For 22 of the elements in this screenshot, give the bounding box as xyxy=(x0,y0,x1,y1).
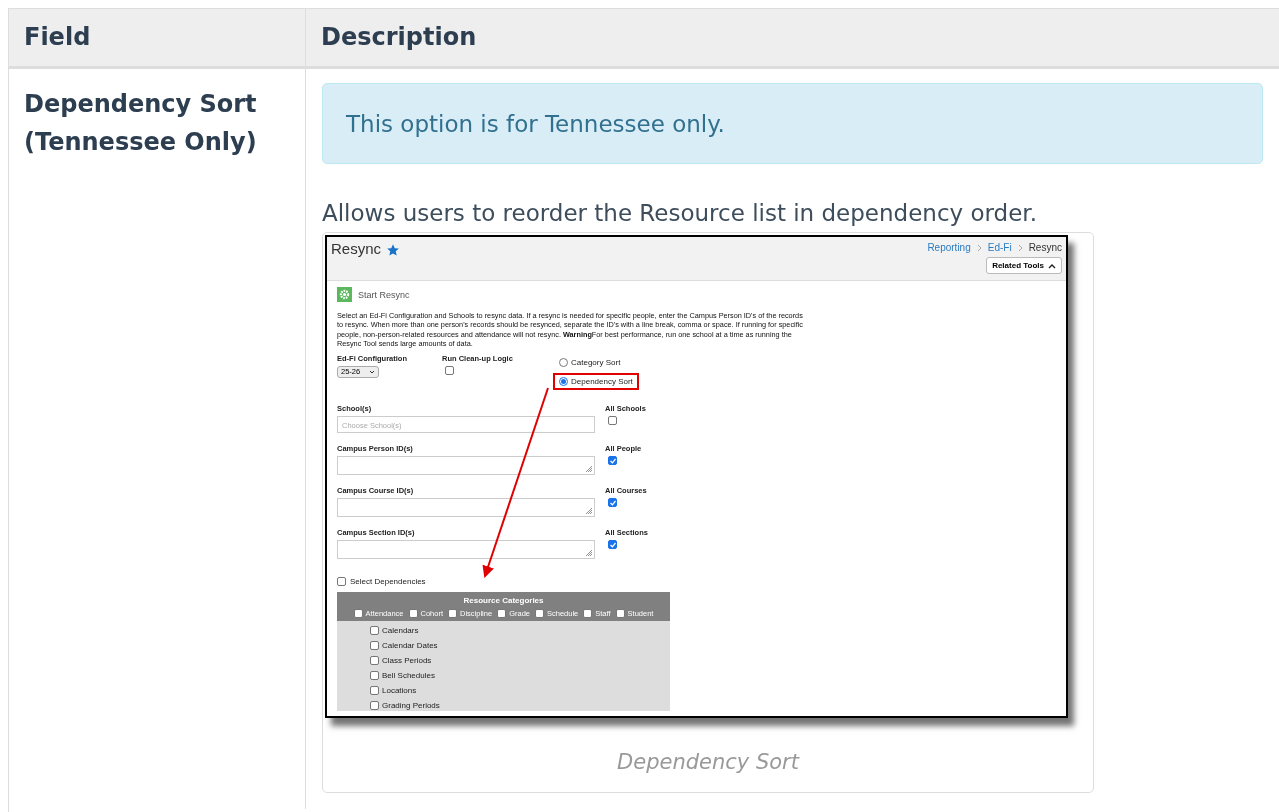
breadcrumb-link[interactable]: Reporting xyxy=(927,242,971,253)
resource-label: Calendar Dates xyxy=(382,640,438,650)
related-tools-button[interactable]: Related Tools xyxy=(986,257,1062,274)
checkbox-label: Select Dependencies xyxy=(350,576,426,586)
resource-label: Locations xyxy=(382,685,417,695)
column-header: Description xyxy=(320,22,478,53)
panel-title: Resource Categories xyxy=(463,595,544,605)
breadcrumb-link[interactable]: Ed-Fi xyxy=(987,242,1012,253)
resource-label: Grading Periods xyxy=(382,700,440,710)
resource-label: Class Periods xyxy=(382,655,432,665)
resource-label: Calendars xyxy=(382,625,419,635)
section-title: Start Resync xyxy=(358,289,410,300)
info-alert: This option is for Tennessee only. xyxy=(322,83,1263,164)
page-title: Resync xyxy=(331,240,382,257)
resource-label: Bell Schedules xyxy=(382,670,435,680)
figure-caption: Dependency Sort xyxy=(616,749,801,776)
radio-label: Category Sort xyxy=(571,357,621,367)
breadcrumb-link[interactable]: Resync xyxy=(1028,242,1062,253)
radio-label: Dependency Sort xyxy=(571,376,633,386)
description-text: Allows users to reorder the Resource list in dependency order. xyxy=(322,200,1038,226)
column-header: Field xyxy=(9,9,306,66)
field-name: Dependency Sort (Tennessee Only) xyxy=(24,89,258,158)
